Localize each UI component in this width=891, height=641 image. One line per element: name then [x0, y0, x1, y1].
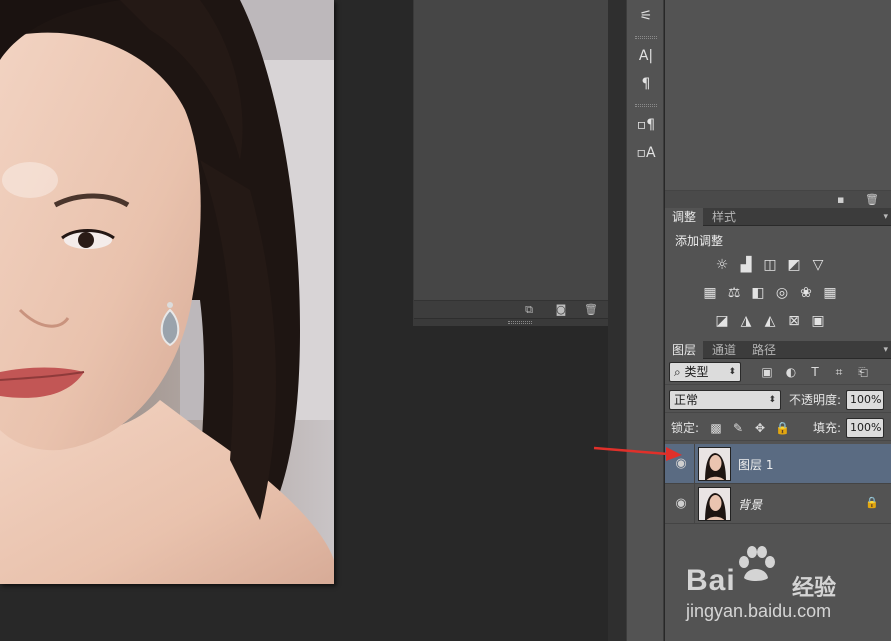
- canvas-scroll-gutter: [608, 0, 626, 641]
- visibility-eye-icon[interactable]: ◉: [672, 496, 690, 512]
- lock-transparent-pixels-icon[interactable]: ▩: [709, 420, 723, 436]
- opacity-field[interactable]: 100%: [846, 390, 884, 410]
- delete-trash-icon[interactable]: 🗑: [584, 303, 598, 316]
- fill-label: 填充:: [813, 421, 842, 435]
- lock-position-icon[interactable]: ✥: [753, 420, 767, 436]
- annotation-arrow-icon: [593, 446, 682, 461]
- character-styles-icon[interactable]: ▫A: [635, 142, 657, 164]
- portrait-image: [0, 0, 334, 584]
- layer-lock-icon: 🔒: [865, 496, 879, 509]
- resize-grip-icon[interactable]: [508, 321, 532, 324]
- eye-separator: [694, 444, 695, 484]
- layer-row[interactable]: ◉ 图层 1: [665, 444, 891, 484]
- collapsed-panel-strip: ⚟ A| ¶ ▫¶ ▫A: [626, 0, 664, 641]
- pixel-filter-icon[interactable]: ▣: [759, 364, 775, 380]
- eye-separator: [694, 484, 695, 524]
- strip-separator: [635, 104, 657, 107]
- history-panel[interactable]: ⧉ ◙ 🗑: [413, 0, 625, 326]
- adjustments-title: 添加调整: [675, 234, 724, 248]
- delete-icon[interactable]: 🗑: [865, 194, 879, 206]
- snapshot-camera-icon[interactable]: ◙: [554, 303, 568, 316]
- paragraph-icon[interactable]: ¶: [635, 73, 657, 95]
- fill-field[interactable]: 100%: [846, 418, 884, 438]
- adjustment-filter-icon[interactable]: ◐: [783, 364, 799, 380]
- levels-icon[interactable]: ▟: [737, 257, 755, 273]
- color-lookup-icon[interactable]: ▦: [821, 285, 839, 301]
- hue-saturation-icon[interactable]: ▦: [701, 285, 719, 301]
- right-panel-dock: ▪ 🗑 调整 样式 ▾ 添加调整 ☼ ▟ ◫ ◩ ▽ ▦ ⚖ ◧ ◎ ❀ ▦ ◪…: [665, 0, 891, 641]
- lock-image-pixels-icon[interactable]: ✎: [731, 420, 745, 436]
- layer-name[interactable]: 背景: [738, 496, 762, 513]
- new-document-from-state-icon[interactable]: ⧉: [522, 303, 536, 316]
- type-filter-icon[interactable]: T: [807, 364, 823, 380]
- paragraph-styles-icon[interactable]: ▫¶: [635, 114, 657, 136]
- threshold-icon[interactable]: ◭: [761, 313, 779, 329]
- new-item-icon[interactable]: ▪: [837, 194, 849, 206]
- dropdown-arrow-icon: ⬍: [728, 367, 736, 377]
- photo-filter-icon[interactable]: ◎: [773, 285, 791, 301]
- history-panel-footer: ⧉ ◙ 🗑: [414, 300, 624, 318]
- exposure-icon[interactable]: ◩: [785, 257, 803, 273]
- lock-fill-row: 锁定: ▩ ✎ ✥ 🔒 填充: 100%: [665, 415, 891, 441]
- black-white-icon[interactable]: ◧: [749, 285, 767, 301]
- posterize-icon[interactable]: ◮: [737, 313, 755, 329]
- layer-thumbnail: [698, 447, 731, 481]
- layer-filter-dropdown[interactable]: ⌕ 类型 ⬍: [669, 362, 741, 382]
- blend-mode-value: 正常: [674, 393, 699, 407]
- search-icon: ⌕: [674, 365, 685, 379]
- vibrance-icon[interactable]: ▽: [809, 257, 827, 273]
- panel-menu-icon[interactable]: ▾: [883, 208, 888, 226]
- invert-icon[interactable]: ◪: [713, 313, 731, 329]
- layer-name[interactable]: 图层 1: [738, 456, 773, 473]
- filter-kind-value: 类型: [684, 365, 709, 379]
- document-photo[interactable]: [0, 0, 334, 584]
- dropdown-arrow-icon: ⬍: [768, 395, 776, 405]
- adjustments-panel: 调整 样式 ▾ 添加调整 ☼ ▟ ◫ ◩ ▽ ▦ ⚖ ◧ ◎ ❀ ▦ ◪ ◮ ◭…: [665, 208, 891, 340]
- blend-mode-dropdown[interactable]: 正常 ⬍: [669, 390, 781, 410]
- panel-resize-edge[interactable]: [414, 318, 624, 326]
- layers-panel: 图层 通道 路径 ▾ ⌕ 类型 ⬍ ▣ ◐ T ⌗ ⎗ 正常 ⬍ 不透明度: 1…: [665, 341, 891, 641]
- panel-menu-icon[interactable]: ▾: [883, 341, 888, 359]
- properties-sliders-icon[interactable]: ⚟: [635, 5, 657, 27]
- gradient-map-icon[interactable]: ▣: [809, 313, 827, 329]
- layer-thumbnail: [698, 487, 731, 521]
- lock-all-icon[interactable]: 🔒: [775, 420, 790, 436]
- curves-icon[interactable]: ◫: [761, 257, 779, 273]
- top-panel-footer: ▪ 🗑: [665, 190, 891, 208]
- shape-filter-icon[interactable]: ⌗: [831, 364, 847, 380]
- layer-row[interactable]: ◉ 背景 🔒: [665, 484, 891, 524]
- channel-mixer-icon[interactable]: ❀: [797, 285, 815, 301]
- navigator-panel: [665, 0, 891, 190]
- lock-label: 锁定:: [671, 421, 700, 435]
- character-icon[interactable]: A|: [635, 45, 657, 67]
- strip-separator: [635, 36, 657, 39]
- adjustments-tabbar: 调整 样式 ▾: [665, 208, 891, 226]
- opacity-label: 不透明度:: [789, 393, 842, 407]
- canvas-area[interactable]: ⧉ ◙ 🗑: [0, 0, 626, 641]
- selective-color-icon[interactable]: ⊠: [785, 313, 803, 329]
- layer-filter-row: ⌕ 类型 ⬍ ▣ ◐ T ⌗ ⎗: [665, 359, 891, 385]
- brightness-contrast-icon[interactable]: ☼: [713, 257, 731, 273]
- layers-tabbar: 图层 通道 路径 ▾: [665, 341, 891, 359]
- tab-channels[interactable]: 通道: [705, 341, 743, 359]
- color-balance-icon[interactable]: ⚖: [725, 285, 743, 301]
- tab-paths[interactable]: 路径: [745, 341, 783, 359]
- blend-opacity-row: 正常 ⬍ 不透明度: 100%: [665, 387, 891, 413]
- tab-layers[interactable]: 图层: [665, 341, 704, 359]
- tab-styles[interactable]: 样式: [705, 208, 743, 226]
- tab-adjustments[interactable]: 调整: [665, 208, 704, 226]
- smart-object-filter-icon[interactable]: ⎗: [855, 364, 871, 380]
